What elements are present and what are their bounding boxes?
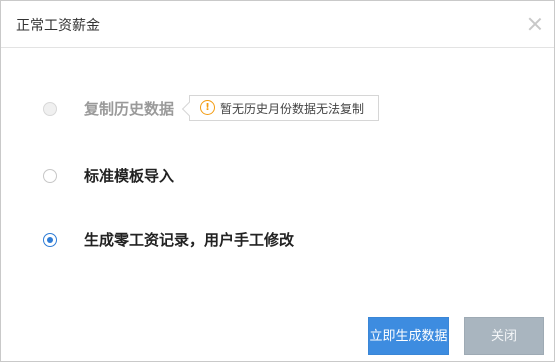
tooltip-text: 暂无历史月份数据无法复制 xyxy=(220,102,365,116)
close-icon[interactable] xyxy=(528,17,542,31)
warning-icon: ! xyxy=(200,100,215,115)
close-button[interactable]: 关闭 xyxy=(464,317,544,355)
dialog-title: 正常工资薪金 xyxy=(16,18,100,34)
dialog-header: 正常工资薪金 xyxy=(1,1,554,48)
dialog: 正常工资薪金 复制历史数据 ! 暂无历史月份数据无法复制 标准模板导入 生成零工… xyxy=(0,0,555,362)
radio-zero-salary[interactable] xyxy=(43,233,57,247)
radio-template-import[interactable] xyxy=(43,169,57,183)
option-label: 复制历史数据 xyxy=(84,100,175,118)
option-label[interactable]: 生成零工资记录，用户手工修改 xyxy=(84,229,294,251)
tooltip-arrow xyxy=(181,101,197,117)
radio-copy-history xyxy=(43,102,57,116)
generate-data-button[interactable]: 立即生成数据 xyxy=(368,317,449,355)
option-label[interactable]: 标准模板导入 xyxy=(84,165,174,187)
tooltip: ! 暂无历史月份数据无法复制 xyxy=(181,95,379,121)
